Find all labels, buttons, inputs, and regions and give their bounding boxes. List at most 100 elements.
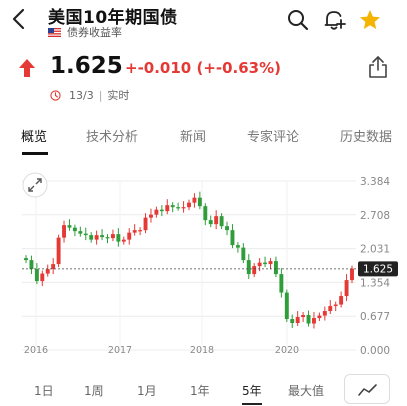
candle: [149, 214, 153, 218]
range-1y[interactable]: 1年: [190, 382, 210, 399]
chart-type-button[interactable]: [344, 374, 390, 404]
candle: [197, 197, 202, 207]
candle: [165, 205, 170, 212]
active-range-indicator: [242, 403, 262, 405]
share-icon[interactable]: [366, 54, 390, 80]
candle: [344, 280, 349, 297]
candle: [350, 268, 354, 281]
chevron-left-icon[interactable]: [8, 6, 30, 32]
range-max[interactable]: 最大值: [288, 382, 324, 399]
range-1w[interactable]: 1周: [84, 382, 104, 399]
x-tick-label: 2018: [190, 345, 214, 356]
tab-analysis[interactable]: 专家评论: [247, 126, 299, 145]
separator: |: [98, 88, 103, 102]
candle: [132, 230, 137, 233]
clock-icon: [50, 89, 61, 101]
expand-icon[interactable]: [22, 172, 48, 198]
candle: [306, 315, 311, 324]
candle: [176, 207, 181, 209]
candle: [273, 261, 278, 275]
candle: [295, 317, 300, 324]
candlestick-chart: 1.625 3.384 2.708 2.031 1.354 0.677 0.000 201…: [22, 172, 398, 357]
y-tick-label: 1.354: [360, 277, 390, 289]
candle: [290, 319, 295, 324]
candle: [317, 315, 322, 319]
tab-historical[interactable]: 历史数据: [340, 126, 392, 145]
star-icon[interactable]: [358, 8, 382, 32]
candle: [284, 292, 289, 320]
current-price-label: 1.625: [363, 264, 393, 276]
candle: [268, 261, 273, 265]
candle: [192, 197, 197, 203]
tab-technical[interactable]: 技术分析: [86, 126, 138, 145]
candle: [235, 245, 240, 248]
instrument-type: 债券收益率: [48, 24, 122, 40]
candle: [67, 225, 72, 228]
last-price: 1.625: [50, 53, 123, 79]
active-tab-indicator: [22, 152, 48, 155]
range-1d[interactable]: 1日: [34, 382, 54, 399]
candle: [252, 266, 257, 275]
subtitle: 债券收益率: [67, 26, 122, 39]
candle: [89, 235, 94, 240]
candle: [301, 315, 306, 318]
candle: [279, 274, 284, 293]
candle: [34, 269, 39, 282]
candle: [170, 205, 175, 208]
quote-time: 13/3 | 实时: [50, 87, 129, 103]
tab-news[interactable]: 新闻: [180, 126, 206, 145]
realtime-label: 实时: [107, 89, 130, 102]
range-5y[interactable]: 5年: [242, 382, 262, 399]
candle: [143, 217, 148, 231]
candle: [83, 233, 88, 236]
price-change: +-0.010 (+-0.63%): [125, 59, 282, 77]
y-tick-label: 0.000: [360, 345, 390, 357]
candle: [328, 306, 333, 312]
candle: [181, 207, 186, 209]
range-1m[interactable]: 1月: [137, 382, 157, 399]
candle: [29, 260, 34, 270]
tab-overview[interactable]: 概览: [21, 126, 47, 145]
candle: [51, 264, 56, 270]
candle: [94, 235, 99, 240]
search-icon[interactable]: [286, 8, 310, 32]
candle: [333, 304, 338, 307]
candle: [45, 269, 50, 274]
candle: [257, 262, 262, 267]
candle: [203, 206, 208, 221]
candle: [208, 220, 213, 225]
bell-plus-icon[interactable]: [322, 8, 346, 32]
x-tick-label: 2016: [24, 345, 48, 356]
quote-row: 1.625 +-0.010 (+-0.63%): [0, 50, 407, 86]
candle: [225, 226, 229, 231]
candle: [322, 311, 327, 316]
candles: [24, 191, 354, 329]
candle: [312, 318, 316, 324]
candle: [110, 234, 115, 239]
candle: [154, 209, 159, 215]
candle: [24, 258, 28, 261]
tab-bar: 概览 技术分析 新闻 专家评论 历史数据: [0, 116, 407, 156]
candle: [263, 262, 268, 265]
candle: [56, 237, 61, 265]
candle: [241, 247, 246, 261]
candle: [121, 239, 126, 242]
line-chart-icon: [358, 384, 377, 396]
candle: [116, 234, 121, 242]
x-tick-label: 2017: [108, 345, 132, 356]
x-tick-label: 2020: [275, 345, 299, 356]
candle: [72, 227, 77, 232]
y-tick-label: 0.677: [360, 311, 390, 323]
candle: [127, 232, 132, 240]
current-price-tag: 1.625: [358, 261, 398, 277]
y-tick-label: 3.384: [360, 176, 390, 188]
price-chart[interactable]: 1.625 3.384 2.708 2.031 1.354 0.677 0.000 201…: [0, 160, 407, 360]
header-bar: 美国10年期国债 债券收益率: [0, 0, 407, 44]
candle: [78, 231, 83, 234]
range-selector: 1日 1周 1月 1年 5年 最大值: [0, 372, 407, 406]
candle: [230, 230, 235, 246]
candle: [219, 216, 224, 227]
candle: [40, 273, 45, 282]
candle: [339, 296, 344, 305]
candle: [214, 216, 219, 225]
